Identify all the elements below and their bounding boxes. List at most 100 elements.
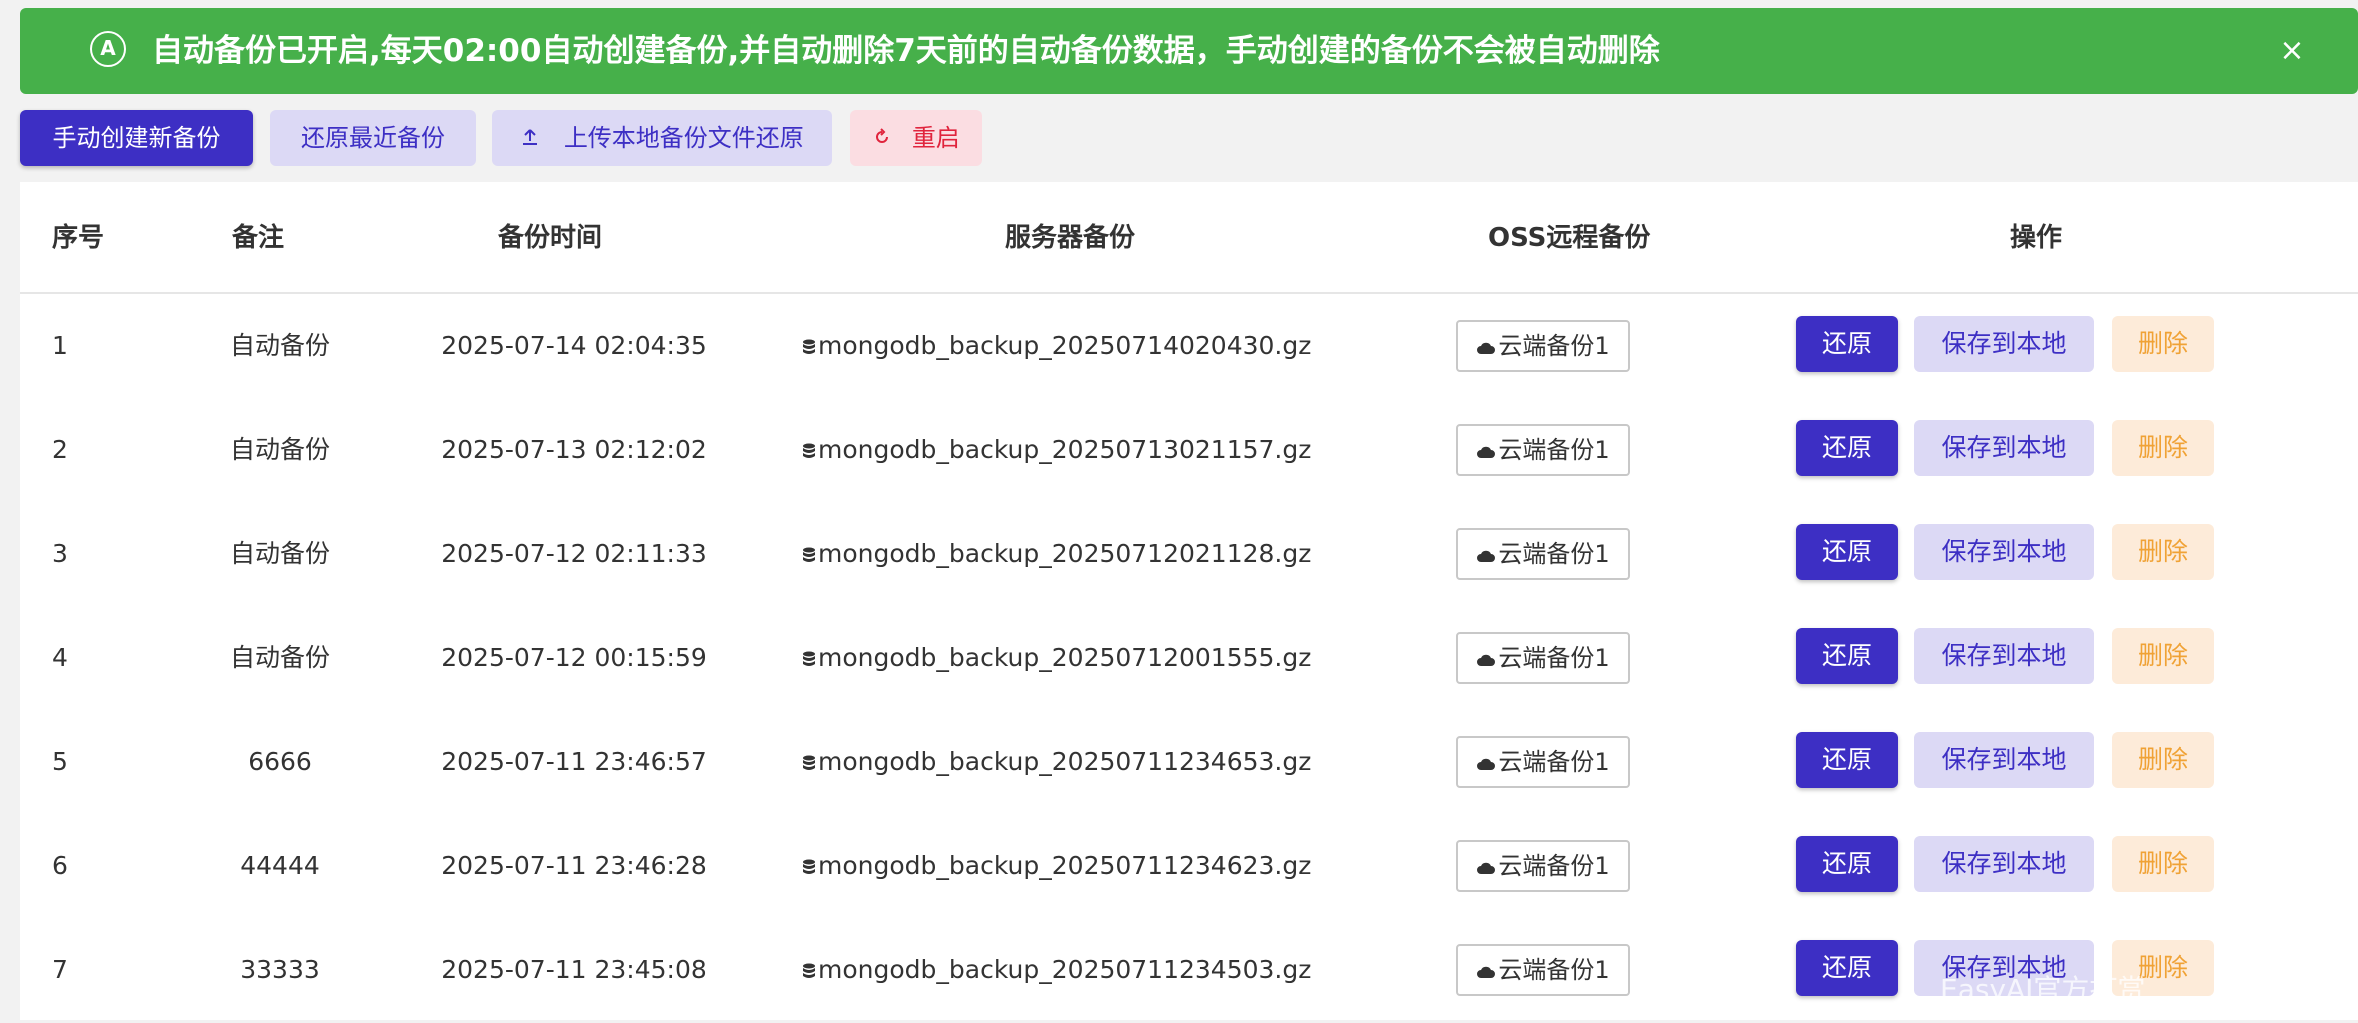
restore-button[interactable]: 还原 [1796,420,1898,476]
restart-label: 重启 [911,124,960,152]
restore-button[interactable]: 还原 [1796,732,1898,788]
cloud-icon [1476,531,1496,579]
oss-backup-label: 云端备份1 [1498,852,1610,880]
server-file-name[interactable]: mongodb_backup_20250713021157.gz [818,435,1311,464]
row-index: 5 [52,747,68,776]
row-note: 6666 [248,747,312,776]
refresh-icon [872,111,892,167]
create-backup-button[interactable]: 手动创建新备份 [20,110,253,166]
header-index: 序号 [52,223,105,253]
row-time: 2025-07-11 23:46:28 [441,851,707,880]
cloud-icon [1476,947,1496,995]
row-note: 自动备份 [229,643,331,672]
row-server-file: mongodb_backup_20250711234653.gz [802,710,1311,814]
cloud-icon [1476,635,1496,683]
table-row: 5 6666 2025-07-11 23:46:57 mongodb_backu… [20,710,2358,814]
restore-button[interactable]: 还原 [1796,316,1898,372]
database-icon [802,919,816,1023]
save-local-button[interactable]: 保存到本地 [1914,836,2094,892]
row-note: 33333 [240,955,320,984]
save-local-button[interactable]: 保存到本地 [1914,732,2094,788]
server-file-name[interactable]: mongodb_backup_20250711234623.gz [818,851,1311,880]
close-icon[interactable]: × [2272,26,2312,76]
oss-backup-tag[interactable]: 云端备份1 [1456,736,1630,788]
save-local-button[interactable]: 保存到本地 [1914,420,2094,476]
oss-backup-label: 云端备份1 [1498,332,1610,360]
server-file-name[interactable]: mongodb_backup_20250711234503.gz [818,955,1311,984]
row-server-file: mongodb_backup_20250711234503.gz [802,918,1311,1022]
database-icon [802,399,816,503]
server-file-name[interactable]: mongodb_backup_20250712001555.gz [818,643,1311,672]
oss-backup-tag[interactable]: 云端备份1 [1456,424,1630,476]
oss-backup-label: 云端备份1 [1498,540,1610,568]
save-local-button[interactable]: 保存到本地 [1914,316,2094,372]
row-time: 2025-07-13 02:12:02 [441,435,707,464]
server-file-name[interactable]: mongodb_backup_20250712021128.gz [818,539,1311,568]
restore-button[interactable]: 还原 [1796,940,1898,996]
database-icon [802,711,816,815]
delete-button[interactable]: 删除 [2112,316,2214,372]
header-server-backup: 服务器备份 [1005,223,1136,253]
row-index: 4 [52,643,68,672]
oss-backup-tag[interactable]: 云端备份1 [1456,840,1630,892]
delete-button[interactable]: 删除 [2112,420,2214,476]
restore-button[interactable]: 还原 [1796,524,1898,580]
header-oss-backup: OSS远程备份 [1488,223,1651,253]
oss-backup-label: 云端备份1 [1498,644,1610,672]
restore-button[interactable]: 还原 [1796,628,1898,684]
delete-button[interactable]: 删除 [2112,940,2214,996]
save-local-button[interactable]: 保存到本地 [1914,628,2094,684]
save-local-button[interactable]: 保存到本地 [1914,940,2094,996]
row-time: 2025-07-11 23:46:57 [441,747,707,776]
row-time: 2025-07-12 00:15:59 [441,643,707,672]
oss-backup-label: 云端备份1 [1498,748,1610,776]
table-row: 1 自动备份 2025-07-14 02:04:35 mongodb_backu… [20,294,2358,398]
save-local-button[interactable]: 保存到本地 [1914,524,2094,580]
auto-icon: A [90,31,126,67]
database-icon [802,503,816,607]
header-note: 备注 [232,223,285,253]
delete-button[interactable]: 删除 [2112,836,2214,892]
row-index: 6 [52,851,68,880]
oss-backup-tag[interactable]: 云端备份1 [1456,320,1630,372]
upload-restore-button[interactable]: 上传本地备份文件还原 [492,110,832,166]
oss-backup-label: 云端备份1 [1498,436,1610,464]
table-row: 7 33333 2025-07-11 23:45:08 mongodb_back… [20,918,2358,1022]
row-server-file: mongodb_backup_20250712001555.gz [802,606,1311,710]
delete-button[interactable]: 删除 [2112,732,2214,788]
table-row: 3 自动备份 2025-07-12 02:11:33 mongodb_backu… [20,502,2358,606]
oss-backup-tag[interactable]: 云端备份1 [1456,528,1630,580]
row-note: 44444 [240,851,320,880]
upload-restore-label: 上传本地备份文件还原 [563,124,804,152]
restore-latest-button[interactable]: 还原最近备份 [270,110,476,166]
cloud-icon [1476,323,1496,371]
row-time: 2025-07-11 23:45:08 [441,955,707,984]
alert-text: 自动备份已开启,每天02:00自动创建备份,并自动删除7天前的自动备份数据，手动… [152,33,1660,69]
backup-table: 序号 备注 备份时间 服务器备份 OSS远程备份 操作 1 自动备份 2025-… [20,182,2358,1020]
row-time: 2025-07-12 02:11:33 [441,539,707,568]
row-server-file: mongodb_backup_20250711234623.gz [802,814,1311,918]
row-note: 自动备份 [229,331,331,360]
header-actions: 操作 [2010,223,2063,253]
delete-button[interactable]: 删除 [2112,628,2214,684]
restore-button[interactable]: 还原 [1796,836,1898,892]
row-server-file: mongodb_backup_20250713021157.gz [802,398,1311,502]
oss-backup-tag[interactable]: 云端备份1 [1456,944,1630,996]
database-icon [802,815,816,919]
row-index: 7 [52,955,68,984]
create-backup-label: 手动创建新备份 [52,124,221,152]
row-server-file: mongodb_backup_20250712021128.gz [802,502,1311,606]
restart-button[interactable]: 重启 [850,110,982,166]
restore-latest-label: 还原最近备份 [301,124,445,152]
oss-backup-label: 云端备份1 [1498,956,1610,984]
upload-icon [520,111,540,167]
row-index: 1 [52,331,68,360]
server-file-name[interactable]: mongodb_backup_20250714020430.gz [818,331,1311,360]
row-index: 2 [52,435,68,464]
delete-button[interactable]: 删除 [2112,524,2214,580]
row-server-file: mongodb_backup_20250714020430.gz [802,294,1311,398]
row-note: 自动备份 [229,435,331,464]
oss-backup-tag[interactable]: 云端备份1 [1456,632,1630,684]
header-time: 备份时间 [498,223,603,253]
server-file-name[interactable]: mongodb_backup_20250711234653.gz [818,747,1311,776]
